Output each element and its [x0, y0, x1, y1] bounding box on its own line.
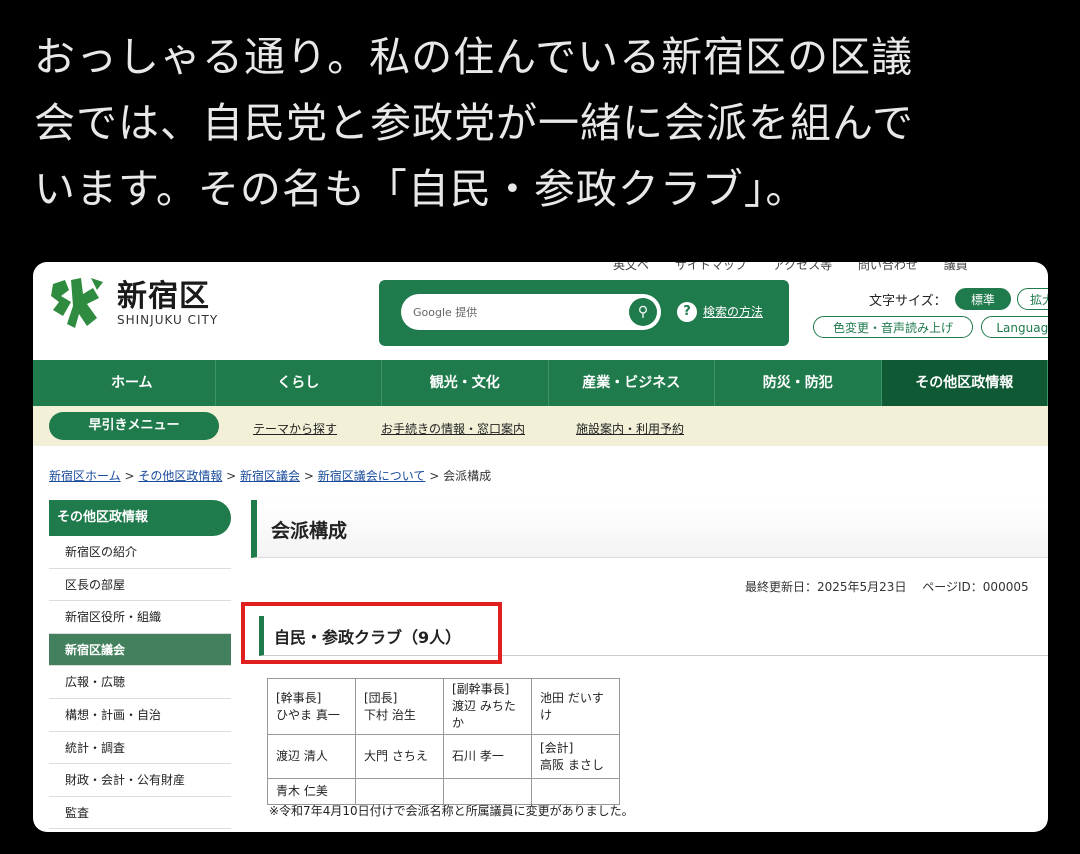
- table-cell: [幹事長] ひやま 真一: [267, 678, 356, 735]
- side-item[interactable]: 新宿区役所・組織: [49, 601, 231, 634]
- post-line: 会では、自民党と参政党が一緒に会派を組んで: [34, 99, 914, 147]
- table-cell: [355, 778, 444, 805]
- nav-tourism[interactable]: 観光・文化: [382, 360, 549, 406]
- page-title: 会派構成: [271, 520, 348, 542]
- table-cell: 池田 だいすけ: [531, 678, 620, 735]
- member-table: [幹事長] ひやま 真一 [団長] 下村 治生 [副幹事長] 渡辺 みちたか 池田 だ…: [267, 678, 620, 805]
- page-title-bar: 会派構成: [251, 500, 1048, 558]
- font-size-standard-button[interactable]: 標準: [955, 288, 1011, 310]
- side-item[interactable]: 財政・会計・公有財産: [49, 764, 231, 797]
- logo-subtitle: SHINJUKU CITY: [117, 313, 219, 327]
- post-text: おっしゃる通り。私の住んでいる新宿区の区議 会では、自民党と参政党が一緒に会派を…: [34, 24, 1054, 222]
- breadcrumb-link[interactable]: 新宿区議会について: [318, 469, 426, 483]
- font-size-large-button[interactable]: 拡大: [1017, 288, 1048, 310]
- table-cell: 石川 孝一: [443, 734, 532, 779]
- language-button[interactable]: Language: [981, 316, 1048, 338]
- global-nav: ホーム くらし 観光・文化 産業・ビジネス 防災・防犯 その他区政情報: [33, 360, 1048, 406]
- side-menu-heading: その他区政情報: [49, 500, 231, 536]
- post-line: います。その名も「自民・参政クラブ」。: [34, 165, 808, 213]
- util-link[interactable]: アクセス等: [773, 262, 832, 272]
- font-size-label: 文字サイズ：: [869, 294, 947, 309]
- last-updated: 最終更新日：2025年5月23日 ページID：000005: [745, 580, 1029, 594]
- table-cell: 渡辺 清人: [267, 734, 356, 779]
- side-item[interactable]: 区長の部屋: [49, 568, 231, 602]
- util-link[interactable]: 議員: [944, 262, 968, 272]
- logo-title: 新宿区: [117, 279, 210, 314]
- breadcrumb-link[interactable]: 新宿区議会: [240, 469, 300, 483]
- sub-nav: 早引きメニュー テーマから探す お手続きの情報・窓口案内 施設案内・利用予約: [33, 406, 1048, 446]
- breadcrumb-link[interactable]: その他区政情報: [138, 469, 222, 483]
- util-link[interactable]: サイトマップ: [675, 262, 747, 272]
- side-item[interactable]: 統計・調査: [49, 731, 231, 765]
- table-cell: [副幹事長] 渡辺 みちたか: [443, 678, 532, 735]
- search-icon[interactable]: ⚲: [629, 298, 657, 326]
- side-menu: その他区政情報 新宿区の紹介 区長の部屋 新宿区役所・組織 新宿区議会 広報・広…: [49, 500, 231, 830]
- table-row: 渡辺 清人 大門 さちえ 石川 孝一 [会計] 高阪 まさし: [267, 734, 620, 779]
- side-item[interactable]: 広報・広聴: [49, 666, 231, 699]
- table-cell: [会計] 高阪 まさし: [531, 734, 620, 779]
- breadcrumb-link[interactable]: 新宿区ホーム: [49, 469, 121, 483]
- website-screenshot: 英文ペ サイトマップ アクセス等 問い合わせ 議員 新宿区 SHINJUKU C…: [33, 262, 1048, 832]
- nav-home[interactable]: ホーム: [49, 360, 216, 406]
- side-item[interactable]: 新宿区の紹介: [49, 536, 231, 569]
- red-highlight-box: [241, 602, 502, 664]
- subnav-procedures-link[interactable]: お手続きの情報・窓口案内: [381, 420, 525, 437]
- side-item-active[interactable]: 新宿区議会: [49, 633, 231, 667]
- table-note: ※令和7年4月10日付けで会派名称と所属議員に変更がありました。: [269, 804, 634, 818]
- side-item[interactable]: 監査: [49, 796, 231, 830]
- help-icon[interactable]: ?: [677, 302, 697, 322]
- table-row: 青木 仁美: [267, 778, 620, 805]
- table-cell: 青木 仁美: [267, 778, 356, 805]
- breadcrumb: 新宿区ホーム > その他区政情報 > 新宿区議会 > 新宿区議会について > 会…: [49, 469, 492, 483]
- subnav-theme-link[interactable]: テーマから探す: [253, 420, 337, 437]
- table-cell: [団長] 下村 治生: [355, 678, 444, 735]
- nav-safety[interactable]: 防災・防犯: [715, 360, 882, 406]
- table-cell: 大門 さちえ: [355, 734, 444, 779]
- util-link[interactable]: 問い合わせ: [858, 262, 918, 272]
- nav-other-info[interactable]: その他区政情報: [881, 360, 1048, 406]
- search-help-link[interactable]: 検索の方法: [703, 303, 763, 320]
- search-area: Google 提供 ⚲ ? 検索の方法: [379, 280, 789, 346]
- shinjuku-emblem-icon: [51, 278, 103, 328]
- utility-links: 英文ペ サイトマップ アクセス等 問い合わせ 議員: [613, 262, 990, 273]
- subnav-facilities-link[interactable]: 施設案内・利用予約: [576, 420, 684, 437]
- table-cell: [531, 778, 620, 805]
- color-change-button[interactable]: 色変更・音声読み上げ: [813, 316, 973, 338]
- nav-business[interactable]: 産業・ビジネス: [549, 360, 715, 406]
- search-input[interactable]: Google 提供: [401, 294, 661, 330]
- util-link[interactable]: 英文ペ: [613, 262, 649, 272]
- post-line: おっしゃる通り。私の住んでいる新宿区の区議: [34, 33, 914, 81]
- site-logo[interactable]: 新宿区 SHINJUKU CITY: [47, 276, 218, 332]
- table-cell: [443, 778, 532, 805]
- quick-menu-button[interactable]: 早引きメニュー: [49, 412, 219, 440]
- table-row: [幹事長] ひやま 真一 [団長] 下村 治生 [副幹事長] 渡辺 みちたか 池田 だ…: [267, 678, 620, 735]
- side-item[interactable]: 構想・計画・自治: [49, 698, 231, 732]
- nav-living[interactable]: くらし: [216, 360, 382, 406]
- breadcrumb-current: 会派構成: [443, 469, 492, 483]
